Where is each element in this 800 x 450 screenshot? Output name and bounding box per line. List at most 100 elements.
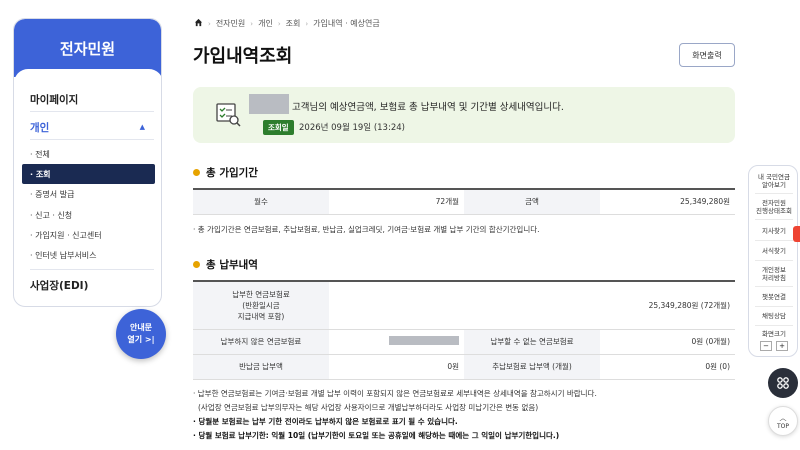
sidebar-sub-certificate[interactable]: · 증명서 발급 <box>22 184 155 204</box>
divider <box>755 306 793 307</box>
quick-item-chat[interactable]: 채팅상담 <box>749 312 799 320</box>
sidebar-sub-support[interactable]: · 가입지원 · 신고센터 <box>22 225 155 245</box>
breadcrumb-item[interactable]: 가입내역 · 예상연금 <box>313 18 380 29</box>
sidebar: 전자민원 마이페이지 개인 ▲ · 전체 · 조회 · 증명서 발급 · 신고 … <box>13 18 162 307</box>
guide-button-line2: 열기 >| <box>127 335 155 344</box>
table-row: 납부한 연금보험료 (반환일시금 지급내역 포함) 25,349,280원 (7… <box>193 280 735 330</box>
payment-table: 납부한 연금보험료 (반환일시금 지급내역 포함) 25,349,280원 (7… <box>193 280 735 380</box>
print-button[interactable]: 화면출력 <box>679 43 735 67</box>
caret-up-icon[interactable]: ▲ <box>140 123 145 131</box>
header-line: 납부한 연금보험료 <box>232 289 290 299</box>
chevron-up-icon: ︿ <box>779 413 787 422</box>
quick-item-chatbot[interactable]: 챗봇연결 <box>749 293 799 301</box>
quick-item-zoom-label: 화면크기 <box>762 330 786 338</box>
inquiry-date: 2026년 09월 19일 (13:24) <box>299 123 405 133</box>
quick-menu: 내 국민연금 알아보기 전자민원 진행상태조회 지사찾기 서식찾기 개인정보 처… <box>748 165 798 357</box>
chevron-right-icon: › <box>305 19 309 28</box>
value-cell: 0원 (0개월) <box>600 328 735 355</box>
header-cell: 반납금 납부액 <box>193 353 329 380</box>
value-cell: 72개월 <box>329 188 464 215</box>
divider <box>755 286 793 287</box>
quick-item-status[interactable]: 전자민원 진행상태조회 <box>749 199 799 215</box>
quick-label: 알아보기 <box>762 181 786 189</box>
section-title-total-period: 총 가입기간 <box>193 165 258 180</box>
quick-item-branch[interactable]: 지사찾기 <box>749 227 799 235</box>
divider <box>755 193 793 194</box>
home-icon[interactable] <box>194 18 203 29</box>
header-cell: 추납보험료 납부액 (개월) <box>464 353 600 380</box>
value-cell <box>329 328 464 355</box>
grid-icon <box>777 377 789 389</box>
header-line: (반환일시금 <box>242 300 280 310</box>
quick-label: 내 국민연금 <box>758 173 790 181</box>
chevron-right-icon: › <box>277 19 281 28</box>
menu-grid-button[interactable] <box>768 368 798 398</box>
date-badge: 조회일 <box>263 120 294 135</box>
notice-box: 고객님의 예상연금액, 보험료 총 납부내역 및 기간별 상세내역입니다. 조회… <box>193 87 735 143</box>
divider <box>755 260 793 261</box>
header-cell: 납부하지 않은 연금보험료 <box>193 328 329 355</box>
notice-text: 고객님의 예상연금액, 보험료 총 납부내역 및 기간별 상세내역입니다. <box>292 102 564 113</box>
header-cell: 납부한 연금보험료 (반환일시금 지급내역 포함) <box>193 280 329 330</box>
top-label: TOP <box>776 422 789 430</box>
header-cell: 월수 <box>193 188 329 215</box>
sidebar-item-edi[interactable]: 사업장(EDI) <box>30 278 88 293</box>
divider <box>755 325 793 326</box>
header-cell: 금액 <box>464 188 600 215</box>
breadcrumb: › 전자민원 › 개인 › 조회 › 가입내역 · 예상연금 <box>194 18 380 29</box>
sidebar-item-personal[interactable]: 개인 <box>30 120 49 135</box>
document-check-icon <box>215 101 241 127</box>
payment-note: · 당월 보험료 납부기한: 익월 10일 (납부기한이 토요일 또는 공휴일에… <box>193 431 560 440</box>
divider <box>755 219 793 220</box>
sidebar-curve <box>14 69 161 87</box>
divider <box>755 240 793 241</box>
header-line: 지급내역 포함) <box>237 311 285 321</box>
section-title-text: 총 납부내역 <box>206 259 258 271</box>
breadcrumb-item[interactable]: 전자민원 <box>216 18 245 29</box>
table-row: 반납금 납부액 0원 추납보험료 납부액 (개월) 0원 (0) <box>193 353 735 380</box>
side-tab[interactable] <box>793 226 800 242</box>
breadcrumb-item[interactable]: 개인 <box>258 18 273 29</box>
quick-label: 처리방침 <box>762 274 786 282</box>
divider <box>30 139 154 140</box>
quick-label: 개인정보 <box>762 266 786 274</box>
divider <box>30 269 154 270</box>
page-title: 가입내역조회 <box>193 46 293 67</box>
sidebar-sub-payment[interactable]: · 인터넷 납부서비스 <box>22 245 155 265</box>
table-row: 납부하지 않은 연금보험료 납부할 수 없는 연금보험료 0원 (0개월) <box>193 328 735 355</box>
breadcrumb-item[interactable]: 조회 <box>286 18 301 29</box>
header-cell: 납부할 수 없는 연금보험료 <box>464 328 600 355</box>
zoom-out-button[interactable]: − <box>760 341 772 351</box>
period-table: 월수 72개월 금액 25,349,280원 <box>193 188 735 215</box>
quick-item-my-pension[interactable]: 내 국민연금 알아보기 <box>749 173 799 189</box>
value-cell: 0원 <box>329 353 464 380</box>
sidebar-sub-report[interactable]: · 신고 · 신청 <box>22 205 155 225</box>
bullet-dot-icon <box>193 169 200 176</box>
chevron-right-icon: › <box>208 19 211 28</box>
sidebar-sub-inquiry[interactable]: · 조회 <box>22 164 155 184</box>
sidebar-item-mypage[interactable]: 마이페이지 <box>30 92 78 107</box>
scroll-top-button[interactable]: ︿ TOP <box>768 406 798 436</box>
period-note: · 총 가입기간은 연금보험료, 추납보험료, 반납금, 실업크레딧, 기여금·… <box>193 225 540 234</box>
value-cell: 0원 (0) <box>600 353 735 380</box>
guide-button[interactable]: 안내문 열기 >| <box>116 309 166 359</box>
quick-item-forms[interactable]: 서식찾기 <box>749 247 799 255</box>
masked-value <box>389 336 459 345</box>
zoom-in-button[interactable]: + <box>776 341 788 351</box>
section-title-total-payment: 총 납부내역 <box>193 257 258 272</box>
bullet-dot-icon <box>193 261 200 268</box>
quick-item-privacy[interactable]: 개인정보 처리방침 <box>749 266 799 282</box>
quick-label: 전자민원 <box>762 199 786 207</box>
page: 전자민원 마이페이지 개인 ▲ · 전체 · 조회 · 증명서 발급 · 신고 … <box>0 0 800 450</box>
value-cell: 25,349,280원 (72개월) <box>329 280 735 330</box>
divider <box>30 111 154 112</box>
payment-note: · 당월분 보험료는 납부 기한 전이라도 납부하지 않은 보험료로 표기 될 … <box>193 417 458 426</box>
quick-label: 진행상태조회 <box>756 207 792 215</box>
section-title-text: 총 가입기간 <box>206 167 258 179</box>
chevron-right-icon: › <box>250 19 254 28</box>
table-row: 월수 72개월 금액 25,349,280원 <box>193 188 735 215</box>
sidebar-sub-all[interactable]: · 전체 <box>22 144 155 164</box>
masked-name <box>249 94 289 114</box>
payment-note: (사업장 연금보험료 납부의무자는 해당 사업장 사용자이므로 개별납부하더라도… <box>198 403 539 412</box>
payment-note: · 납부한 연금보험료는 기여금·보험료 개별 납부 이력이 포함되지 않은 연… <box>193 389 597 398</box>
